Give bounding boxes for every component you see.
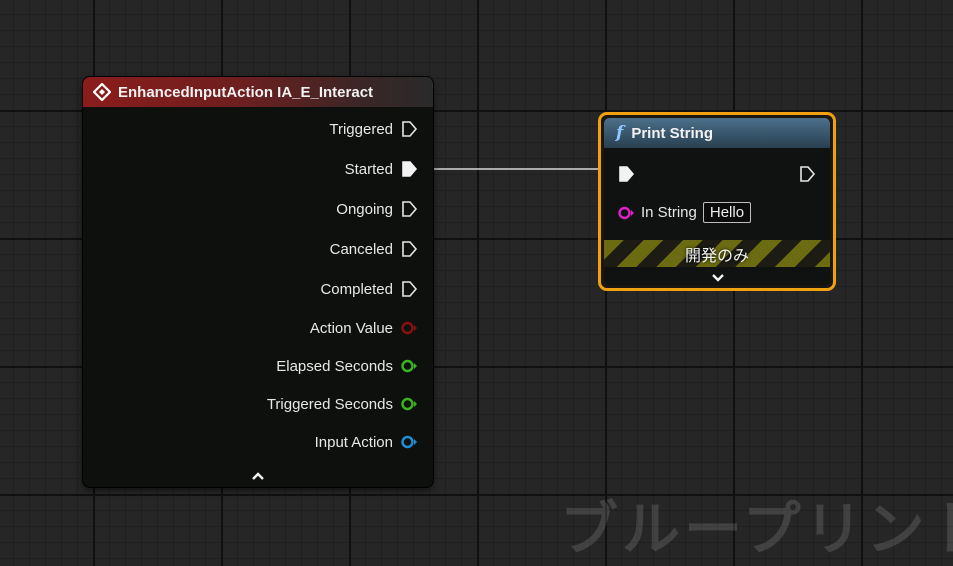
struct-pin-icon[interactable] [401, 321, 418, 335]
pin-action-value[interactable]: Action Value [310, 318, 418, 338]
exec-pin-icon[interactable] [401, 240, 418, 258]
string-pin-icon[interactable] [618, 206, 635, 220]
development-only-banner: 開発のみ [604, 240, 830, 267]
print-string-node[interactable]: f Print String In String Hello 開発のみ [604, 118, 830, 285]
in-string-label: In String [641, 204, 697, 221]
pin-triggered[interactable]: Triggered [329, 119, 418, 139]
pin-label: Triggered Seconds [266, 395, 393, 413]
object-pin-icon[interactable] [401, 435, 418, 449]
event-diamond-icon [93, 83, 111, 101]
pin-ongoing[interactable]: Ongoing [336, 199, 418, 219]
pin-label: Started [344, 160, 393, 178]
pin-started[interactable]: Started [345, 159, 418, 179]
exec-pin-icon[interactable] [401, 200, 418, 218]
pin-elapsed-seconds[interactable]: Elapsed Seconds [276, 356, 418, 376]
exec-pin-icon[interactable] [401, 280, 418, 298]
pin-label: Elapsed Seconds [276, 357, 393, 375]
in-string-input[interactable]: Hello [702, 202, 752, 223]
print-node-title: Print String [631, 124, 713, 142]
pin-label: Completed [320, 280, 393, 298]
event-node-title: EnhancedInputAction IA_E_Interact [118, 83, 374, 101]
pin-input-action[interactable]: Input Action [315, 432, 418, 452]
print-string-node-selected[interactable]: f Print String In String Hello 開発のみ [598, 112, 836, 291]
chevron-up-icon[interactable] [251, 471, 265, 481]
exec-in-pin-icon[interactable] [618, 165, 635, 183]
dev-only-label: 開発のみ [684, 245, 749, 265]
exec-out-pin-icon[interactable] [799, 165, 816, 183]
enhanced-input-action-node[interactable]: EnhancedInputAction IA_E_Interact Trigge… [83, 77, 433, 487]
pin-label: Action Value [309, 319, 393, 337]
event-node-header[interactable]: EnhancedInputAction IA_E_Interact [83, 77, 433, 107]
in-string-pin-row[interactable]: In String Hello [618, 202, 752, 223]
pin-label: Ongoing [336, 200, 393, 218]
pin-triggered-seconds[interactable]: Triggered Seconds [267, 394, 418, 414]
chevron-down-icon[interactable] [711, 273, 725, 283]
pin-label: Triggered [329, 120, 393, 138]
float-pin-icon[interactable] [401, 397, 418, 411]
pin-label: Input Action [314, 433, 393, 451]
pin-label: Canceled [329, 240, 393, 258]
function-icon: f [616, 123, 624, 143]
exec-pin-connected-icon[interactable] [401, 160, 418, 178]
exec-pin-icon[interactable] [401, 120, 418, 138]
pin-completed[interactable]: Completed [320, 279, 418, 299]
float-pin-icon[interactable] [401, 359, 418, 373]
print-node-header[interactable]: f Print String [604, 118, 830, 148]
pin-canceled[interactable]: Canceled [330, 239, 418, 259]
